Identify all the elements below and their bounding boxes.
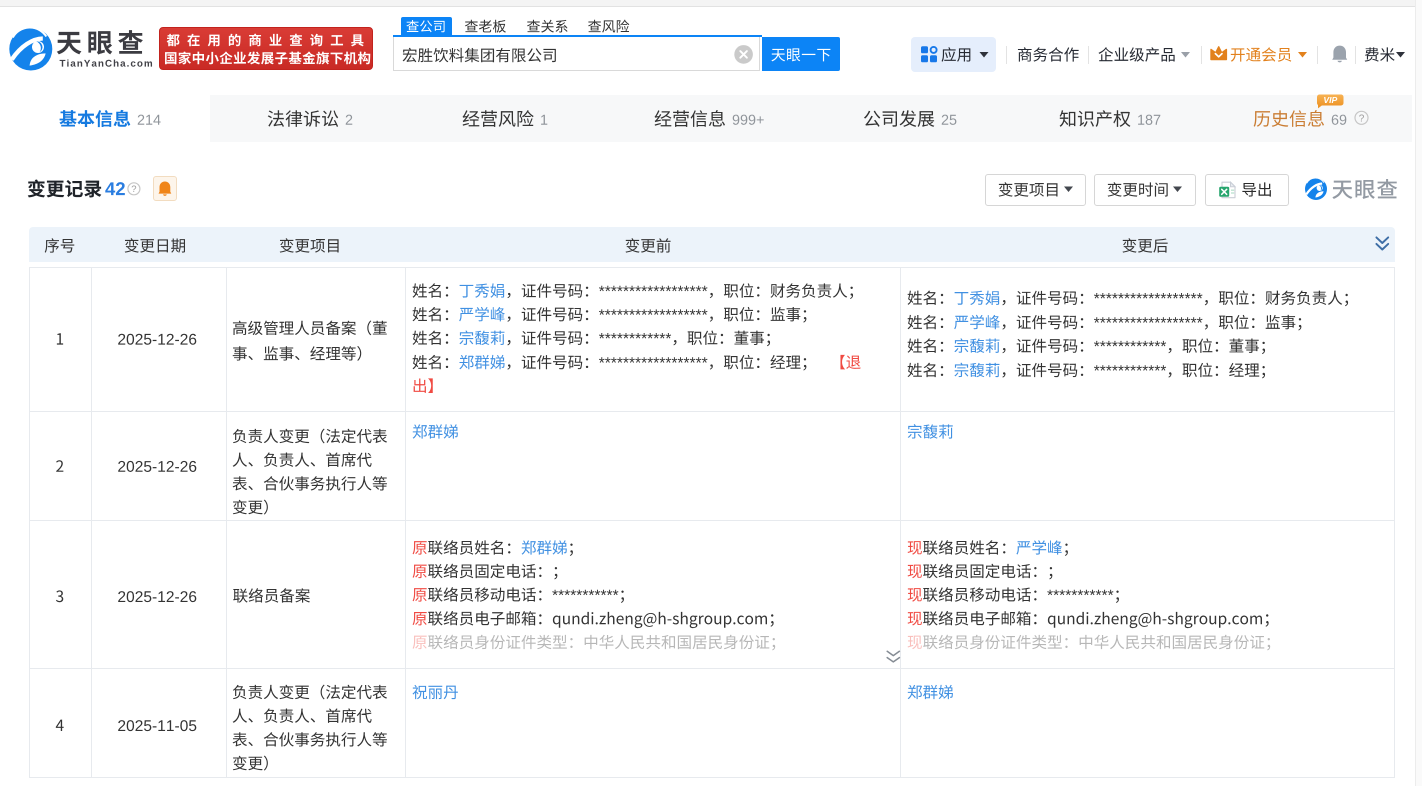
- svg-text:VIP: VIP: [1323, 95, 1337, 105]
- svg-text:?: ?: [1359, 113, 1365, 124]
- svg-text:?: ?: [131, 184, 136, 195]
